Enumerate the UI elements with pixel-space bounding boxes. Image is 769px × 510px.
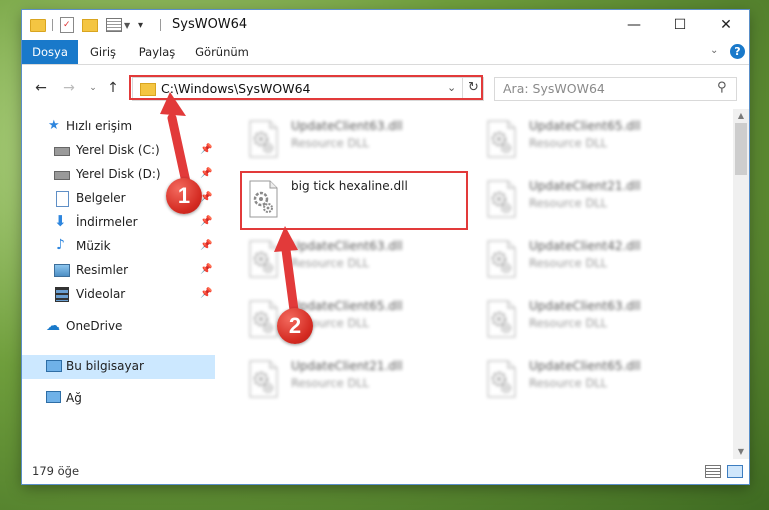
customize-toolbar-icon[interactable]: ▾ [138,20,143,31]
pin-icon[interactable]: 📌 [200,216,212,227]
search-box[interactable]: Ara: SysWOW64 ⚲ [494,77,737,101]
sidebar-item-onedrive[interactable]: ☁ OneDrive [22,315,215,339]
documents-icon [56,191,69,207]
dll-file-highlight [240,171,468,230]
item-count: 179 öğe [32,464,80,478]
list-item[interactable]: UpdateClient63.dll Resource DLL [241,233,471,287]
scroll-down-icon[interactable]: ▼ [733,445,749,459]
list-item[interactable]: UpdateClient63.dll Resource DLL [241,113,471,167]
address-bar-highlight [129,75,483,100]
drive-icon [54,171,70,180]
drive-icon [54,147,70,156]
sidebar-item-network[interactable]: Ağ [22,387,215,411]
tab-view[interactable]: Görünüm [192,40,252,64]
list-item[interactable]: UpdateClient21.dll Resource DLL [241,353,471,407]
pin-icon[interactable]: 📌 [200,288,212,299]
window-title: SysWOW64 [172,17,248,32]
dll-file-icon [246,359,280,399]
list-item[interactable]: UpdateClient42.dll Resource DLL [479,233,709,287]
up-icon[interactable]: ↑ [104,79,122,97]
ribbon-expand-icon[interactable]: ⌄ [710,45,718,56]
dll-file-icon [246,239,280,279]
large-icons-view-icon[interactable] [727,465,743,478]
pin-icon[interactable]: 📌 [200,264,212,275]
search-placeholder: Ara: SysWOW64 [503,81,605,96]
sidebar-item-music[interactable]: ♪ Müzik 📌 [22,235,215,259]
file-list: UpdateClient63.dll Resource DLL UpdateCl… [219,109,733,459]
forward-icon[interactable]: → [60,79,78,97]
cloud-icon: ☁ [46,318,60,334]
step-1-badge: 1 [166,178,202,214]
status-bar: 179 öğe [22,459,749,484]
view-toggle-icon[interactable] [106,18,122,32]
step-2-badge: 2 [277,308,313,344]
list-item[interactable]: UpdateClient65.dll Resource DLL [479,113,709,167]
pin-icon[interactable]: 📌 [200,240,212,251]
title-bar: ✓ ▼ ▾ SysWOW64 — ☐ ✕ [22,10,749,40]
pin-icon[interactable]: 📌 [200,168,212,179]
scroll-thumb[interactable] [735,123,747,175]
list-item[interactable]: UpdateClient21.dll Resource DLL [479,173,709,227]
vertical-scrollbar[interactable]: ▲ ▼ [733,109,749,459]
download-icon: ⬇ [54,212,67,230]
maximize-button[interactable]: ☐ [657,10,703,40]
tab-file[interactable]: Dosya [22,40,78,64]
quick-access-toolbar [30,16,46,34]
new-folder-icon[interactable] [82,18,98,32]
sidebar-item-pictures[interactable]: Resimler 📌 [22,259,215,283]
close-button[interactable]: ✕ [703,10,749,40]
recent-locations-icon[interactable]: ⌄ [84,79,102,97]
list-item[interactable]: UpdateClient63.dll Resource DLL [479,293,709,347]
navigation-pane: ★ Hızlı erişim Yerel Disk (C:) 📌 Yerel D… [22,109,215,459]
list-item[interactable]: UpdateClient65.dll Resource DLL [241,293,471,347]
computer-icon [46,360,62,372]
dll-file-icon [246,119,280,159]
music-icon: ♪ [56,237,65,253]
dll-file-icon [484,359,518,399]
details-view-icon[interactable] [705,465,721,478]
help-icon[interactable]: ? [730,44,745,59]
scroll-up-icon[interactable]: ▲ [733,109,749,123]
tab-home[interactable]: Giriş [82,40,124,64]
back-icon[interactable]: ← [32,79,50,97]
sidebar-item-videos[interactable]: Videolar 📌 [22,283,215,307]
sidebar-item-disk-c[interactable]: Yerel Disk (C:) 📌 [22,139,215,163]
pictures-icon [54,264,70,277]
properties-icon[interactable]: ✓ [60,17,74,33]
folder-icon[interactable] [30,18,46,32]
sidebar-item-downloads[interactable]: ⬇ İndirmeler 📌 [22,211,215,235]
star-icon: ★ [48,118,60,133]
dll-file-icon [246,299,280,339]
dll-file-icon [484,239,518,279]
chevron-down-icon[interactable]: ▼ [124,21,130,30]
network-icon [46,391,61,403]
minimize-button[interactable]: — [611,10,657,40]
sidebar-item-quick-access[interactable]: ★ Hızlı erişim [22,115,215,139]
dll-file-icon [484,299,518,339]
ribbon-tabs: Dosya Giriş Paylaş Görünüm ⌄ ? [22,40,749,65]
pin-icon[interactable]: 📌 [200,144,212,155]
tab-share[interactable]: Paylaş [132,40,182,64]
sidebar-item-this-pc[interactable]: Bu bilgisayar [22,355,215,379]
dll-file-icon [484,179,518,219]
search-icon[interactable]: ⚲ [717,80,727,95]
dll-file-icon [484,119,518,159]
list-item[interactable]: UpdateClient65.dll Resource DLL [479,353,709,407]
video-icon [55,287,69,302]
